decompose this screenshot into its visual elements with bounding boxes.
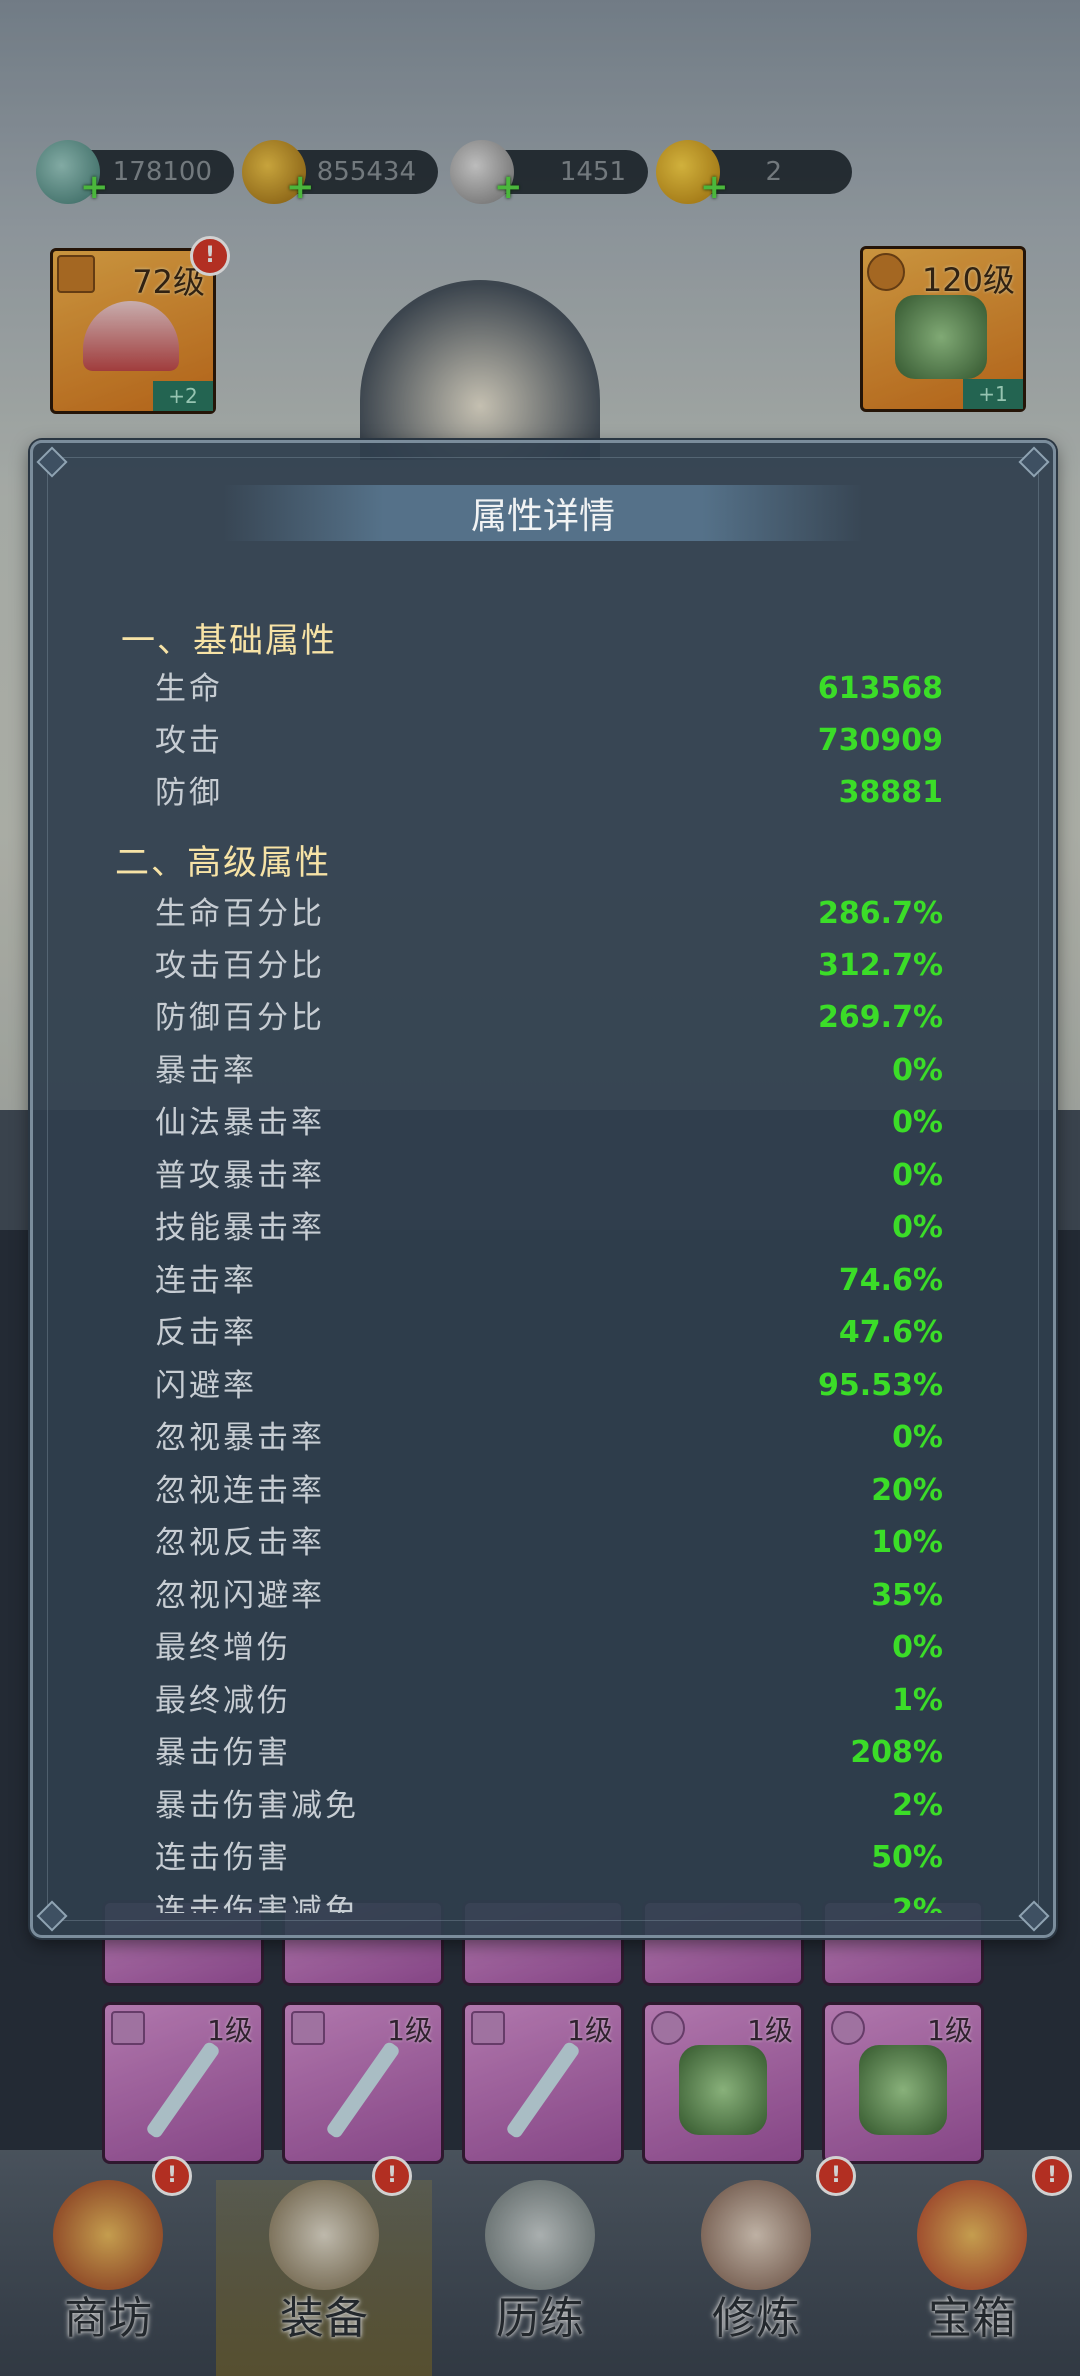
attribute-name: 反击率 xyxy=(155,1315,257,1351)
attribute-row: 防御 38881 xyxy=(33,767,1053,819)
attribute-name: 连击率 xyxy=(155,1263,257,1299)
attribute-value: 74.6% xyxy=(838,1263,943,1298)
attribute-value: 269.7% xyxy=(818,1000,943,1035)
attribute-value: 730909 xyxy=(817,723,943,758)
attribute-row: 忽视闪避率 35% xyxy=(33,1570,1053,1622)
attribute-row: 攻击百分比 312.7% xyxy=(33,940,1053,992)
attribute-row: 攻击 730909 xyxy=(33,715,1053,767)
attribute-value: 0% xyxy=(892,1053,943,1088)
attribute-name: 防御 xyxy=(155,775,223,811)
attribute-row: 防御百分比 269.7% xyxy=(33,992,1053,1044)
attribute-value: 50% xyxy=(871,1840,943,1875)
attribute-value: 35% xyxy=(871,1578,943,1613)
attribute-row: 忽视反击率 10% xyxy=(33,1517,1053,1569)
attribute-value: 312.7% xyxy=(818,948,943,983)
attribute-value: 10% xyxy=(871,1525,943,1560)
attribute-value: 0% xyxy=(892,1630,943,1665)
attribute-row: 暴击伤害减免 2% xyxy=(33,1780,1053,1832)
attribute-value: 1% xyxy=(892,1683,943,1718)
attribute-row: 仙法暴击率 0% xyxy=(33,1097,1053,1149)
attribute-name: 最终减伤 xyxy=(155,1683,291,1719)
section-title-advanced: 二、高级属性 xyxy=(115,843,331,883)
attribute-row: 反击率 47.6% xyxy=(33,1307,1053,1359)
attribute-value: 38881 xyxy=(838,775,943,810)
attribute-value: 95.53% xyxy=(818,1368,943,1403)
attribute-name: 忽视暴击率 xyxy=(155,1420,325,1456)
attribute-name: 攻击百分比 xyxy=(155,948,325,984)
attribute-row: 普攻暴击率 0% xyxy=(33,1150,1053,1202)
attribute-row: 技能暴击率 0% xyxy=(33,1202,1053,1254)
attribute-value: 0% xyxy=(892,1158,943,1193)
attribute-row: 忽视暴击率 0% xyxy=(33,1412,1053,1464)
attribute-row: 连击伤害 50% xyxy=(33,1832,1053,1884)
attribute-value: 0% xyxy=(892,1105,943,1140)
attribute-row: 闪避率 95.53% xyxy=(33,1360,1053,1412)
attribute-scroll-list[interactable]: 一、基础属性 生命 613568 攻击 730909 防御 38881 二、高级… xyxy=(33,593,1053,1913)
corner-ornament xyxy=(36,446,68,478)
attribute-name: 忽视反击率 xyxy=(155,1525,325,1561)
attribute-name: 闪避率 xyxy=(155,1368,257,1404)
section-title-basic: 一、基础属性 xyxy=(121,621,337,661)
attribute-name: 防御百分比 xyxy=(155,1000,325,1036)
attribute-name: 忽视闪避率 xyxy=(155,1578,325,1614)
attribute-detail-modal: 属性详情 一、基础属性 生命 613568 攻击 730909 防御 38881… xyxy=(30,440,1056,1938)
attribute-value: 286.7% xyxy=(818,896,943,931)
attribute-name: 普攻暴击率 xyxy=(155,1158,325,1194)
attribute-row: 暴击伤害 208% xyxy=(33,1727,1053,1779)
attribute-name: 忽视连击率 xyxy=(155,1473,325,1509)
attribute-name: 连击伤害减免 xyxy=(155,1893,359,1913)
attribute-name: 暴击伤害减免 xyxy=(155,1788,359,1824)
attribute-name: 最终增伤 xyxy=(155,1630,291,1666)
attribute-name: 连击伤害 xyxy=(155,1840,291,1876)
attribute-row: 生命 613568 xyxy=(33,663,1053,715)
attribute-value: 2% xyxy=(892,1893,943,1913)
attribute-value: 613568 xyxy=(817,671,943,706)
attribute-name: 仙法暴击率 xyxy=(155,1105,325,1141)
attribute-row: 生命百分比 286.7% xyxy=(33,888,1053,940)
attribute-value: 2% xyxy=(892,1788,943,1823)
attribute-row: 暴击率 0% xyxy=(33,1045,1053,1097)
modal-title: 属性详情 xyxy=(470,496,615,537)
attribute-value: 20% xyxy=(871,1473,943,1508)
attribute-name: 暴击率 xyxy=(155,1053,257,1089)
attribute-row: 连击伤害减免 2% xyxy=(33,1885,1053,1913)
attribute-row: 连击率 74.6% xyxy=(33,1255,1053,1307)
attribute-name: 技能暴击率 xyxy=(155,1210,325,1246)
attribute-row: 最终减伤 1% xyxy=(33,1675,1053,1727)
attribute-row: 最终增伤 0% xyxy=(33,1622,1053,1674)
attribute-name: 生命百分比 xyxy=(155,896,325,932)
attribute-row: 忽视连击率 20% xyxy=(33,1465,1053,1517)
attribute-value: 208% xyxy=(850,1735,943,1770)
attribute-value: 0% xyxy=(892,1420,943,1455)
attribute-name: 暴击伤害 xyxy=(155,1735,291,1771)
corner-ornament xyxy=(1018,446,1050,478)
attribute-value: 0% xyxy=(892,1210,943,1245)
attribute-name: 攻击 xyxy=(155,723,223,759)
attribute-name: 生命 xyxy=(155,671,223,707)
attribute-value: 47.6% xyxy=(838,1315,943,1350)
